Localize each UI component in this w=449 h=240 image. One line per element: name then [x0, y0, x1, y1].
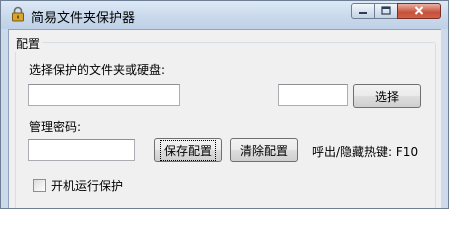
title-bar[interactable]: 简易文件夹保护器 — [1, 1, 448, 29]
hotkey-text: 呼出/隐藏热键: F10 — [312, 145, 419, 159]
app-window: 简易文件夹保护器 配置 选择保护的文件夹或硬盘: 选择 管理密码: 保存配置 清… — [0, 0, 449, 209]
save-config-button[interactable]: 保存配置 — [154, 138, 222, 162]
maximize-button[interactable] — [374, 3, 398, 19]
clear-config-button[interactable]: 清除配置 — [230, 138, 298, 162]
password-label: 管理密码: — [29, 120, 82, 134]
maximize-icon — [381, 4, 391, 18]
save-config-label: 保存配置 — [159, 139, 216, 161]
folder-path-input[interactable] — [28, 84, 180, 106]
lock-icon — [10, 6, 26, 22]
minimize-button[interactable] — [351, 3, 375, 19]
startup-label[interactable]: 开机运行保护 — [51, 177, 123, 194]
window-title: 简易文件夹保护器 — [31, 11, 136, 26]
close-button[interactable] — [397, 3, 441, 19]
browse-button[interactable]: 选择 — [353, 84, 421, 108]
folder-label: 选择保护的文件夹或硬盘: — [29, 63, 166, 77]
client-area: 配置 选择保护的文件夹或硬盘: 选择 管理密码: 保存配置 清除配置 呼出/隐藏… — [8, 29, 441, 208]
close-icon — [414, 4, 424, 18]
startup-checkbox[interactable] — [33, 179, 46, 192]
config-group-label: 配置 — [14, 35, 43, 52]
password-input[interactable] — [28, 139, 135, 161]
minimize-icon — [358, 4, 368, 18]
folder-secondary-input[interactable] — [278, 84, 348, 106]
